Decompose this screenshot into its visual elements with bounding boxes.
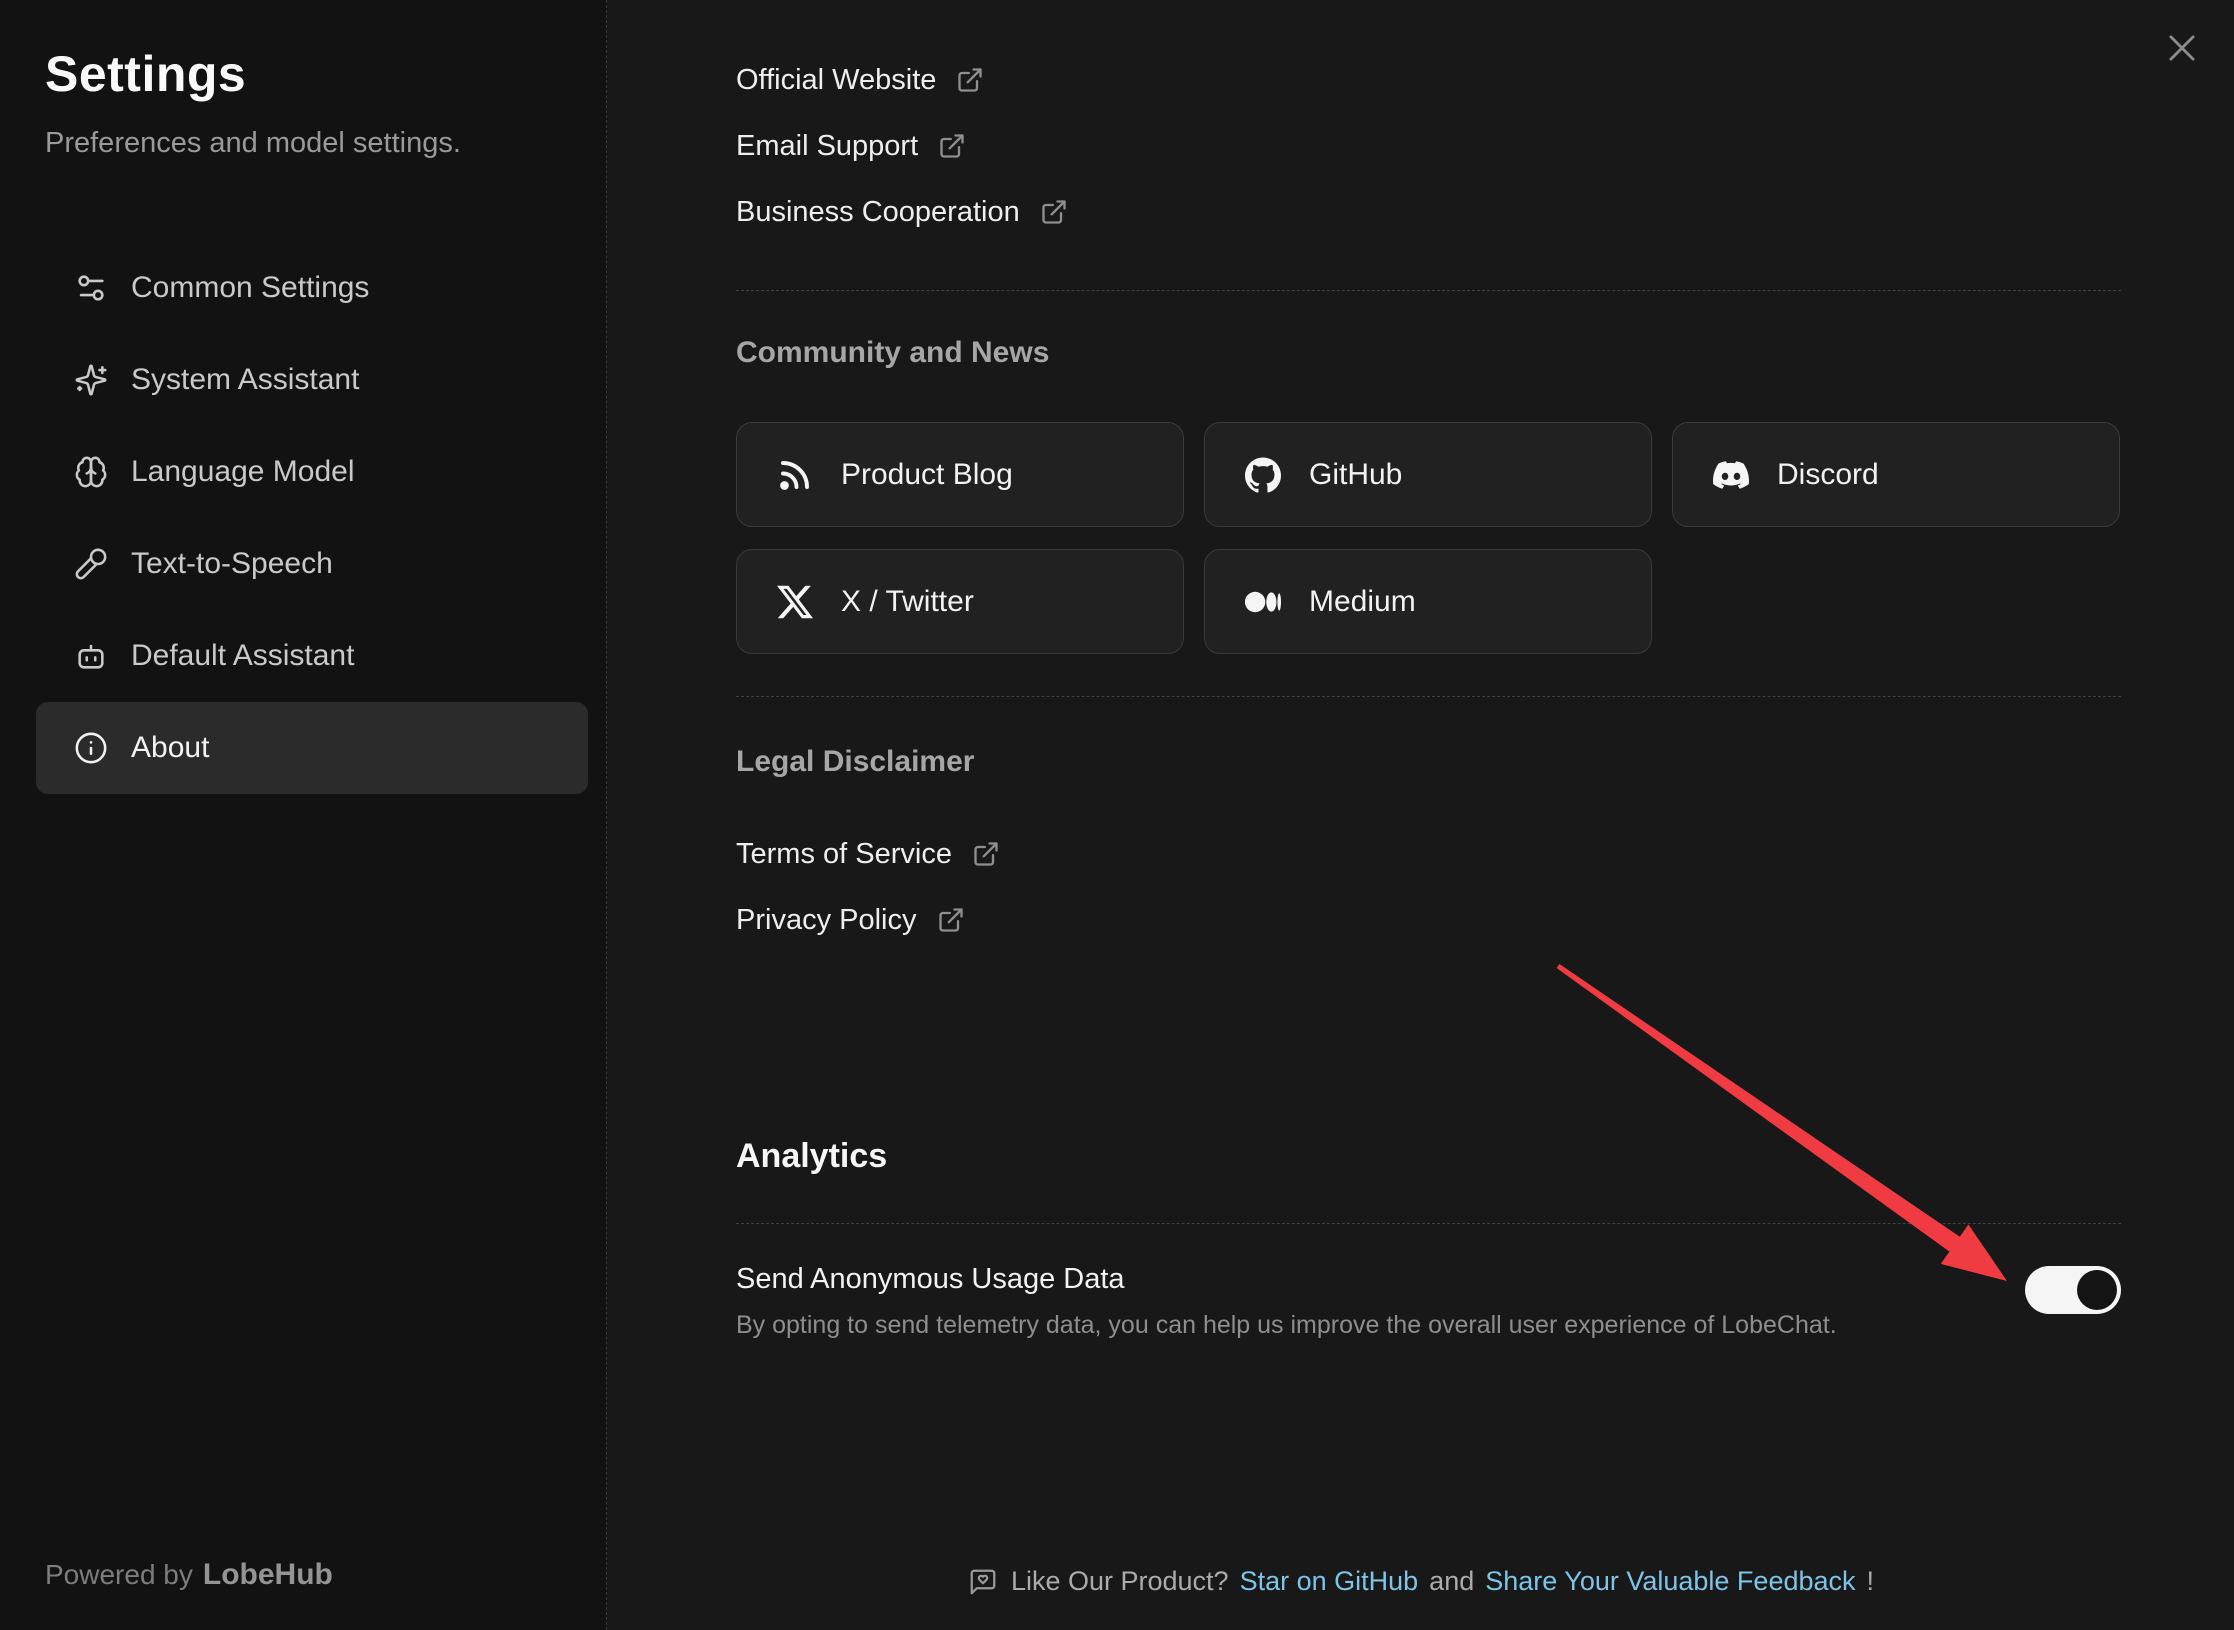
divider (736, 696, 2121, 697)
page-subtitle: Preferences and model settings. (45, 128, 579, 158)
lobehub-brand: LobeHub (203, 1558, 333, 1591)
divider (736, 290, 2121, 291)
share-feedback-link[interactable]: Share Your Valuable Feedback (1485, 1566, 1855, 1597)
sidebar-nav: Common Settings System Assistant Languag… (18, 242, 606, 794)
link-official-website[interactable]: Official Website (736, 56, 2121, 104)
medium-button[interactable]: Medium (1204, 549, 1652, 654)
sidebar-item-language-model[interactable]: Language Model (36, 426, 588, 518)
sliders-icon (73, 270, 109, 306)
banner-suffix: ! (1867, 1566, 1875, 1597)
bot-icon (73, 638, 109, 674)
divider (736, 1223, 2121, 1224)
contact-us-heading: Contact Us (736, 0, 2121, 6)
discord-icon (1713, 457, 1749, 493)
powered-by: Powered by LobeHub (45, 1558, 333, 1592)
close-button[interactable] (2160, 26, 2204, 70)
sidebar-item-label: System Assistant (131, 363, 359, 397)
x-twitter-button[interactable]: X / Twitter (736, 549, 1184, 654)
external-link-icon (972, 840, 1000, 868)
x-logo-icon (777, 584, 813, 620)
sidebar: Settings Preferences and model settings.… (0, 0, 607, 1630)
sidebar-item-about[interactable]: About (36, 702, 588, 794)
mic-icon (73, 546, 109, 582)
sidebar-item-label: Default Assistant (131, 639, 354, 673)
sidebar-item-system-assistant[interactable]: System Assistant (36, 334, 588, 426)
rss-icon (777, 457, 813, 493)
info-icon (73, 730, 109, 766)
external-link-icon (1040, 198, 1068, 226)
sidebar-item-label: Text-to-Speech (131, 547, 333, 581)
sidebar-item-text-to-speech[interactable]: Text-to-Speech (36, 518, 588, 610)
analytics-setting-row: Send Anonymous Usage Data By opting to s… (736, 1260, 2121, 1342)
sidebar-item-default-assistant[interactable]: Default Assistant (36, 610, 588, 702)
sidebar-item-common-settings[interactable]: Common Settings (36, 242, 588, 334)
brain-icon (73, 454, 109, 490)
setting-text: Send Anonymous Usage Data By opting to s… (736, 1260, 1837, 1342)
sidebar-item-label: Common Settings (131, 271, 369, 305)
github-icon (1245, 457, 1281, 493)
external-link-icon (937, 906, 965, 934)
banner-prefix: Like Our Product? (1011, 1566, 1229, 1597)
link-terms-of-service[interactable]: Terms of Service (736, 830, 2121, 878)
link-business-cooperation[interactable]: Business Cooperation (736, 188, 2121, 236)
discord-button[interactable]: Discord (1672, 422, 2120, 527)
setting-title: Send Anonymous Usage Data (736, 1260, 1837, 1298)
toggle-knob (2077, 1270, 2117, 1310)
page-title: Settings (45, 44, 579, 104)
external-link-icon (938, 132, 966, 160)
link-privacy-policy[interactable]: Privacy Policy (736, 896, 2121, 944)
send-usage-data-toggle[interactable] (2025, 1266, 2121, 1314)
github-button[interactable]: GitHub (1204, 422, 1652, 527)
message-heart-icon (968, 1567, 998, 1597)
banner-conjunction: and (1429, 1566, 1474, 1597)
close-icon (2163, 29, 2201, 67)
sidebar-item-label: About (131, 731, 209, 765)
medium-icon (1245, 584, 1281, 620)
setting-description: By opting to send telemetry data, you ca… (736, 1308, 1837, 1342)
sparkles-icon (73, 362, 109, 398)
settings-window: Settings Preferences and model settings.… (0, 0, 2234, 1630)
product-blog-button[interactable]: Product Blog (736, 422, 1184, 527)
powered-by-text: Powered by (45, 1559, 193, 1590)
community-heading: Community and News (736, 332, 2121, 374)
legal-heading: Legal Disclaimer (736, 741, 2121, 783)
about-panel: Contact Us Official Website Email Suppor… (608, 0, 2234, 1630)
link-email-support[interactable]: Email Support (736, 122, 2121, 170)
star-on-github-link[interactable]: Star on GitHub (1240, 1566, 1419, 1597)
community-buttons: Product Blog GitHub Discord (736, 422, 2121, 654)
sidebar-item-label: Language Model (131, 455, 355, 489)
bottom-banner: Like Our Product? Star on GitHub and Sha… (608, 1566, 2234, 1597)
analytics-heading: Analytics (736, 1132, 2121, 1180)
external-link-icon (956, 66, 984, 94)
